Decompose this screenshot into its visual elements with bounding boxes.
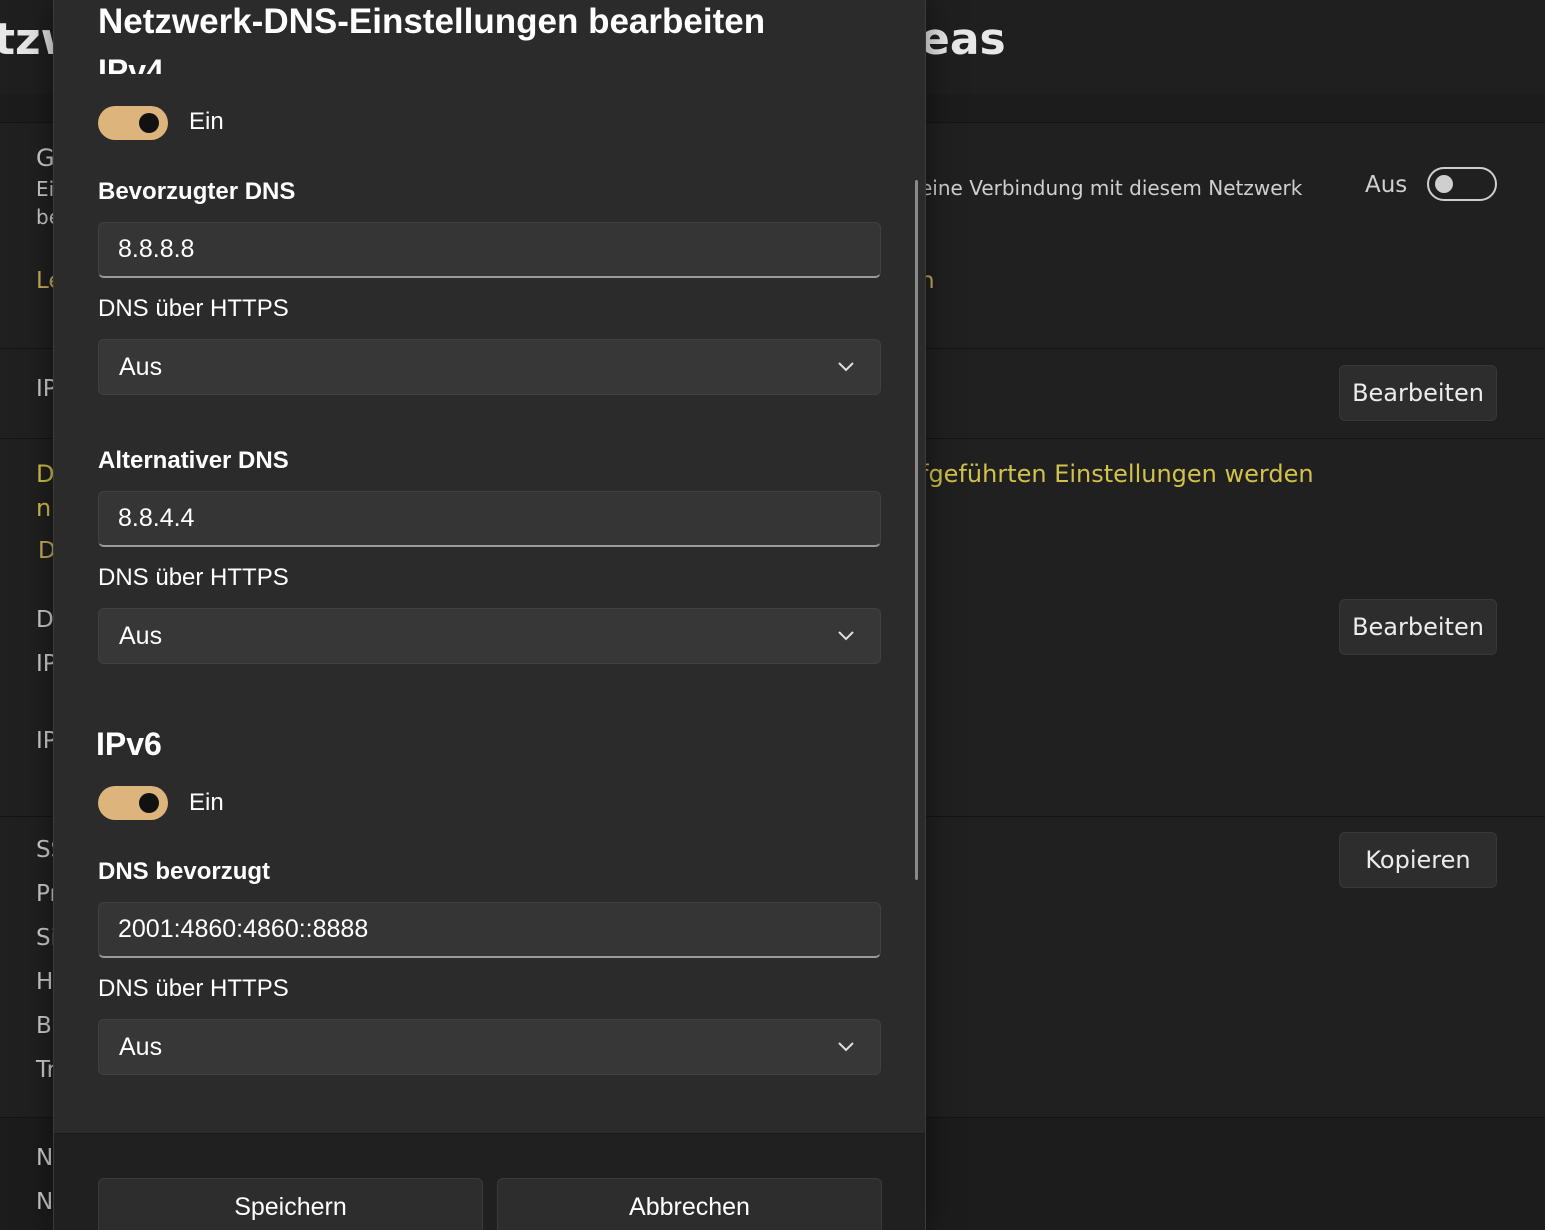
metered-desc-fragment: Ei <box>36 177 55 201</box>
dns-warning-text: fgeführten Einstellungen werden <box>920 460 1314 488</box>
toggle-knob <box>1435 175 1453 193</box>
ipv4-heading: IPv4 <box>98 36 164 74</box>
ipv4-preferred-doh-label: DNS über HTTPS <box>98 295 289 322</box>
edit-ip-assignment-button[interactable]: Bearbeiten <box>1339 365 1497 421</box>
chevron-down-icon <box>838 1042 854 1052</box>
ipv4-alternate-dns-input[interactable]: 8.8.4.4 <box>98 491 881 547</box>
ipv4-alternate-dns-label: Alternativer DNS <box>98 447 289 474</box>
ipv4-preferred-doh-value: Aus <box>119 352 163 381</box>
property-row-fragment: H <box>36 969 54 995</box>
metered-toggle-label: Aus <box>1365 172 1408 198</box>
toggle-knob <box>139 793 159 813</box>
metered-description: eine Verbindung mit diesem Netzwerk <box>920 176 1303 200</box>
page-title-fragment-right: eas <box>920 14 1006 65</box>
ipv6-preferred-dns-input[interactable]: 2001:4860:4860::8888 <box>98 902 881 958</box>
ipv6-heading: IPv6 <box>96 726 162 762</box>
save-button[interactable]: Speichern <box>98 1178 483 1230</box>
ipv6-toggle[interactable] <box>98 786 168 820</box>
ipv6-preferred-doh-select[interactable]: Aus <box>98 1019 881 1075</box>
dialog-scrollbar[interactable] <box>915 180 918 880</box>
ipv4-preferred-dns-value: 8.8.8.8 <box>118 235 195 263</box>
ipv4-alternate-doh-label: DNS über HTTPS <box>98 564 289 591</box>
dns-row-fragment: D <box>36 607 54 633</box>
bottom-row-fragment: N <box>36 1145 54 1171</box>
ipv4-preferred-doh-select[interactable]: Aus <box>98 339 881 395</box>
ipv4-heading-text: IPv4 <box>98 53 164 74</box>
ipv6-preferred-doh-value: Aus <box>119 1032 163 1061</box>
ipv6-preferred-doh-label: DNS über HTTPS <box>98 975 289 1002</box>
dns-warning-fragment: D <box>36 460 55 488</box>
ipv6-preferred-dns-value: 2001:4860:4860::8888 <box>118 915 369 943</box>
ipv4-alternate-doh-value: Aus <box>119 621 163 650</box>
ipv4-preferred-dns-label: Bevorzugter DNS <box>98 178 296 205</box>
copy-properties-button[interactable]: Kopieren <box>1339 832 1497 888</box>
ipv4-preferred-dns-input[interactable]: 8.8.8.8 <box>98 222 881 278</box>
chevron-down-icon <box>838 362 854 372</box>
metered-toggle[interactable] <box>1427 167 1497 201</box>
ipv4-alternate-dns-value: 8.8.4.4 <box>118 504 195 532</box>
edit-dns-button[interactable]: Bearbeiten <box>1339 599 1497 655</box>
toggle-knob <box>139 113 159 133</box>
ipv6-toggle-label: Ein <box>189 789 224 816</box>
dialog-footer: Speichern Abbrechen <box>54 1133 925 1230</box>
ipv4-alternate-doh-select[interactable]: Aus <box>98 608 881 664</box>
ipv6-preferred-dns-label: DNS bevorzugt <box>98 858 271 885</box>
dialog-title: Netzwerk-DNS-Einstellungen bearbeiten <box>98 2 766 41</box>
metered-title-fragment: G <box>36 144 55 172</box>
chevron-down-icon <box>838 631 854 641</box>
dns-settings-dialog: Netzwerk-DNS-Einstellungen bearbeiten IP… <box>53 0 926 1230</box>
cancel-button[interactable]: Abbrechen <box>497 1178 882 1230</box>
bottom-row-fragment: N <box>36 1189 54 1215</box>
ipv4-toggle[interactable] <box>98 106 168 140</box>
ipv4-toggle-label: Ein <box>189 108 224 135</box>
